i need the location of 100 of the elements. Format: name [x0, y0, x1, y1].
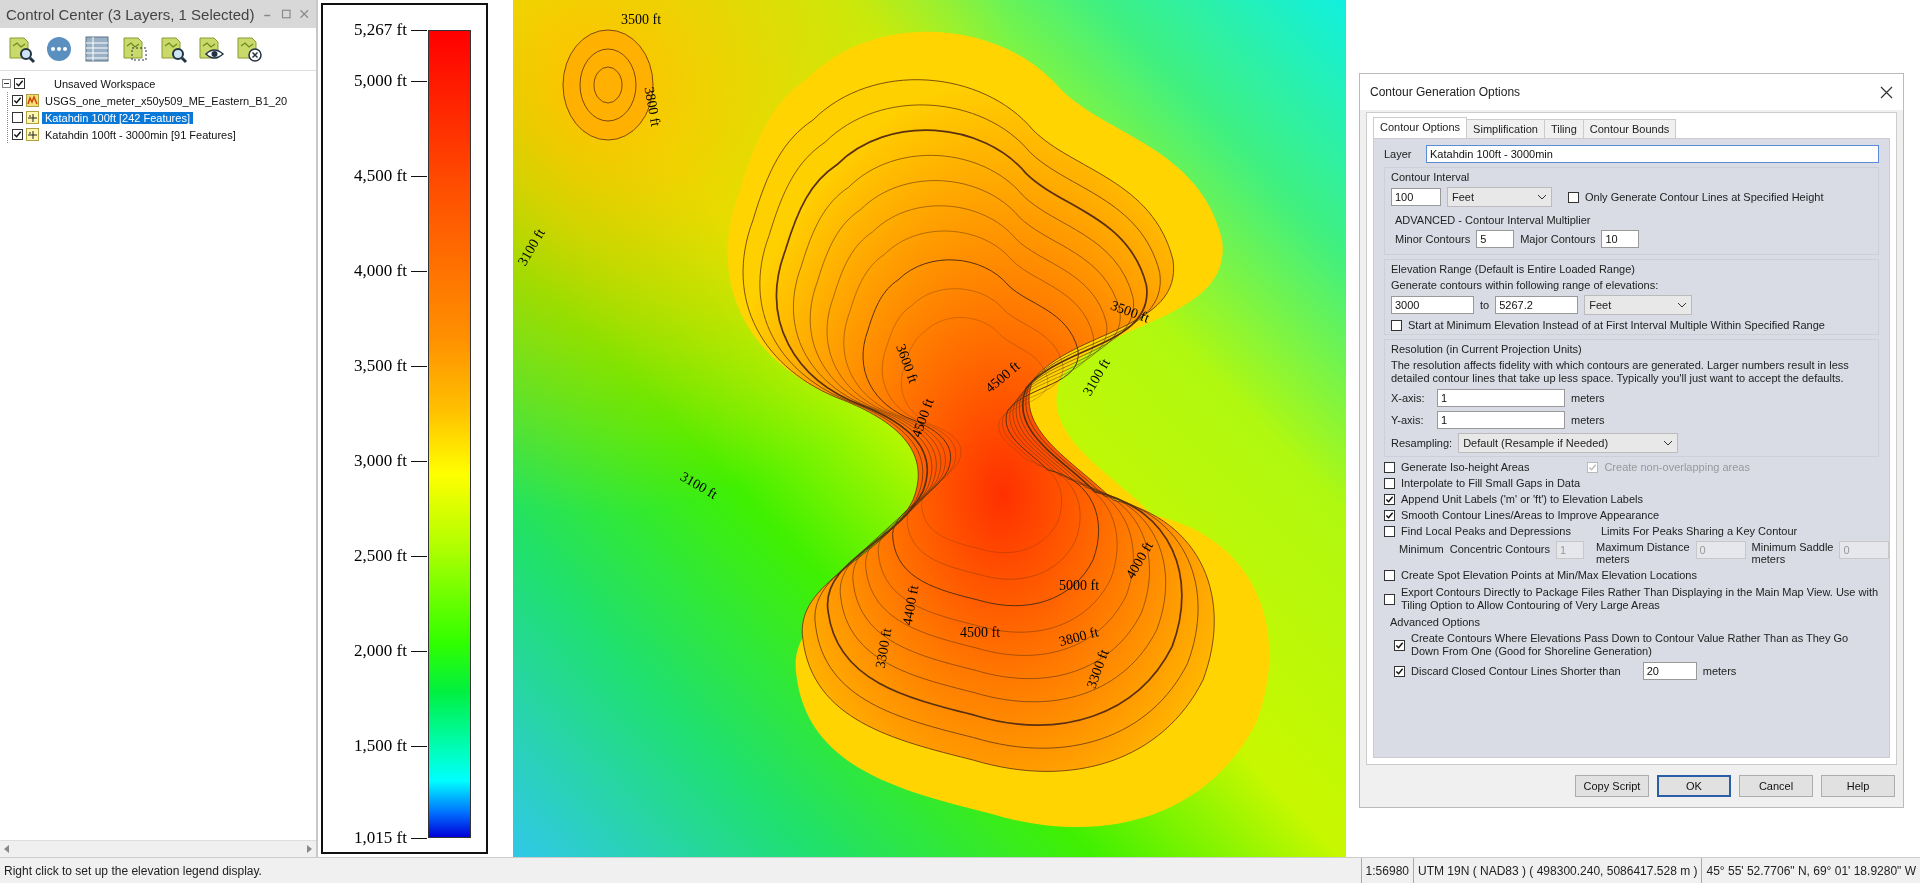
dropdown[interactable]: Feet	[1447, 187, 1552, 207]
section-heading: ADVANCED - Contour Interval Multiplier	[1395, 214, 1592, 226]
checkbox[interactable]	[12, 129, 23, 140]
scroll-right-icon[interactable]	[305, 845, 313, 853]
layer-item[interactable]: USGS_one_meter_x50y509_ME_Eastern_B1_20	[42, 94, 291, 107]
checkbox[interactable]	[1391, 319, 1402, 331]
legend-label: 2,500 ft	[353, 545, 407, 566]
legend-label: 4,500 ft	[353, 165, 407, 186]
x-axis-field[interactable]: 1	[1437, 389, 1565, 407]
legend-label: 3,000 ft	[353, 450, 407, 471]
contour-label: 3800 ft	[641, 85, 664, 128]
tab[interactable]: Tiling	[1543, 119, 1584, 138]
minor-contours-field[interactable]: 5	[1476, 230, 1515, 248]
layer-search-icon[interactable]	[158, 34, 188, 64]
tab[interactable]: Contour Bounds	[1582, 119, 1677, 138]
contour-label: 3600 ft	[893, 342, 921, 385]
checkbox-label: Interpolate to Fill Small Gaps in Data	[1401, 477, 1581, 489]
layer-close-icon[interactable]	[234, 34, 264, 64]
table-icon[interactable]	[82, 34, 112, 64]
raster-layer-icon	[26, 94, 39, 107]
legend-label: 1,500 ft	[353, 735, 407, 756]
geographic-coordinates: 45° 55' 52.7706" N, 69° 01' 18.9280" W	[1701, 858, 1920, 883]
min-length-field[interactable]: 20	[1642, 662, 1697, 680]
close-icon[interactable]	[1880, 85, 1893, 99]
checkbox[interactable]	[12, 112, 23, 123]
scroll-left-icon[interactable]	[3, 845, 11, 853]
section-heading: Advanced Options	[1390, 616, 1481, 628]
section-heading: Resolution (in Current Projection Units)	[1391, 343, 1583, 355]
legend-label: 5,000 ft	[353, 70, 407, 91]
dialog-button[interactable]: Cancel	[1739, 775, 1813, 797]
field-label: Major Contours	[1520, 233, 1596, 245]
interval-field[interactable]: 100	[1391, 188, 1441, 206]
dialog-button[interactable]: OK	[1657, 775, 1731, 797]
dropdown[interactable]: Default (Resample if Needed)	[1458, 433, 1679, 453]
checkbox[interactable]	[1384, 593, 1395, 605]
field-label: X-axis:	[1391, 392, 1426, 404]
legend-label: 3,500 ft	[353, 355, 407, 376]
field-label: Resampling:	[1391, 437, 1453, 449]
horizontal-scrollbar[interactable]	[0, 840, 316, 857]
dialog-button[interactable]: Copy Script	[1575, 775, 1649, 797]
y-axis-field[interactable]: 1	[1437, 411, 1565, 429]
chevron-down-icon	[1677, 301, 1688, 309]
checkbox[interactable]	[1568, 191, 1579, 203]
checkbox-label: Create Contours Where Elevations Pass Down to Contour Value Rather Than as They Go Down From One (Good for Shoreline Generation)	[1411, 632, 1850, 658]
unit-label: meters	[1596, 553, 1631, 565]
checkbox[interactable]	[1394, 665, 1405, 677]
contour-label: 5000 ft	[1059, 577, 1100, 593]
max-elevation-field[interactable]: 5267.2	[1495, 296, 1579, 314]
layer-magnifier-icon[interactable]	[6, 34, 36, 64]
checkbox[interactable]	[1384, 570, 1395, 581]
checkbox[interactable]	[1587, 461, 1599, 473]
section-heading: Contour Interval	[1391, 171, 1471, 183]
tab[interactable]: Simplification	[1466, 119, 1545, 138]
tab[interactable]: Contour Options	[1373, 117, 1468, 138]
checkbox[interactable]	[14, 78, 25, 89]
checkbox[interactable]	[12, 95, 23, 106]
layer-name-field[interactable]: Katahdin 100ft - 3000min	[1426, 145, 1879, 163]
unit-label: meters	[1571, 414, 1605, 426]
contour-label: 4400 ft	[899, 584, 922, 627]
checkbox-label: Start at Minimum Elevation Instead of at First Interval Multiple Within Specified Range	[1408, 319, 1825, 331]
layer-selection-icon[interactable]	[120, 34, 150, 64]
layer-item[interactable]: Katahdin 100ft [242 Features]	[42, 111, 193, 124]
checkbox-label: Only Generate Contour Lines at Specified Height	[1585, 191, 1824, 203]
unit-label: meters	[1751, 553, 1787, 565]
checkbox-label: Generate Iso-height Areas	[1401, 461, 1530, 473]
section-heading: Elevation Range (Default is Entire Loaded Range)	[1391, 263, 1636, 275]
collapse-icon[interactable]	[2, 79, 11, 88]
field-label: Layer	[1384, 148, 1413, 160]
chevron-down-icon	[1537, 193, 1547, 201]
checkbox[interactable]	[1384, 493, 1395, 505]
legend-label: 5,267 ft	[353, 20, 407, 40]
checkbox-label: Smooth Contour Lines/Areas to Improve Appearance	[1401, 509, 1660, 521]
checkbox-label: Create Spot Elevation Points at Min/Max Elevation Locations	[1401, 569, 1697, 582]
checkbox[interactable]	[1384, 477, 1395, 489]
checkbox[interactable]	[1384, 525, 1395, 537]
field-label: Minor Contours	[1395, 233, 1471, 245]
checkbox[interactable]	[1384, 509, 1395, 521]
contour-label: 4500 ft	[908, 396, 937, 440]
ellipsis-icon[interactable]	[44, 34, 74, 64]
min-elevation-field[interactable]: 3000	[1391, 296, 1474, 314]
contour-label: 3100 ft	[677, 468, 720, 502]
major-contours-field[interactable]: 10	[1601, 230, 1640, 248]
checkbox-label: Find Local Peaks and Depressions	[1401, 525, 1571, 537]
map-scale: 1:56980	[1360, 858, 1413, 883]
field-label: Maximum Distance	[1596, 541, 1690, 553]
checkbox-label: Export Contours Directly to Package Files Rather Than Displaying in the Main Map View. Use with Tiling Option to Allow Contouring of Very Large Areas	[1401, 586, 1879, 612]
vector-layer-icon	[26, 111, 39, 124]
panel-title: Control Center (3 Layers, 1 Selected)	[6, 5, 255, 23]
dialog-button[interactable]: Help	[1821, 775, 1895, 797]
vector-layer-icon	[26, 128, 39, 141]
dropdown[interactable]: Feet	[1584, 295, 1693, 315]
section-heading: Limits For Peaks Sharing a Key Contour	[1601, 525, 1798, 537]
checkbox[interactable]	[1384, 461, 1395, 473]
layer-item[interactable]: Katahdin 100ft - 3000min [91 Features]	[42, 128, 239, 141]
section-description: Generate contours within following range of elevations:	[1391, 279, 1660, 291]
layer-item[interactable]: Unsaved Workspace	[51, 77, 159, 90]
dialog-title: Contour Generation Options	[1370, 85, 1521, 99]
checkbox-label: Append Unit Labels ('m' or 'ft') to Elevation Labels	[1401, 493, 1643, 505]
unit-label: meters	[1702, 665, 1737, 677]
checkbox[interactable]	[1394, 639, 1405, 651]
